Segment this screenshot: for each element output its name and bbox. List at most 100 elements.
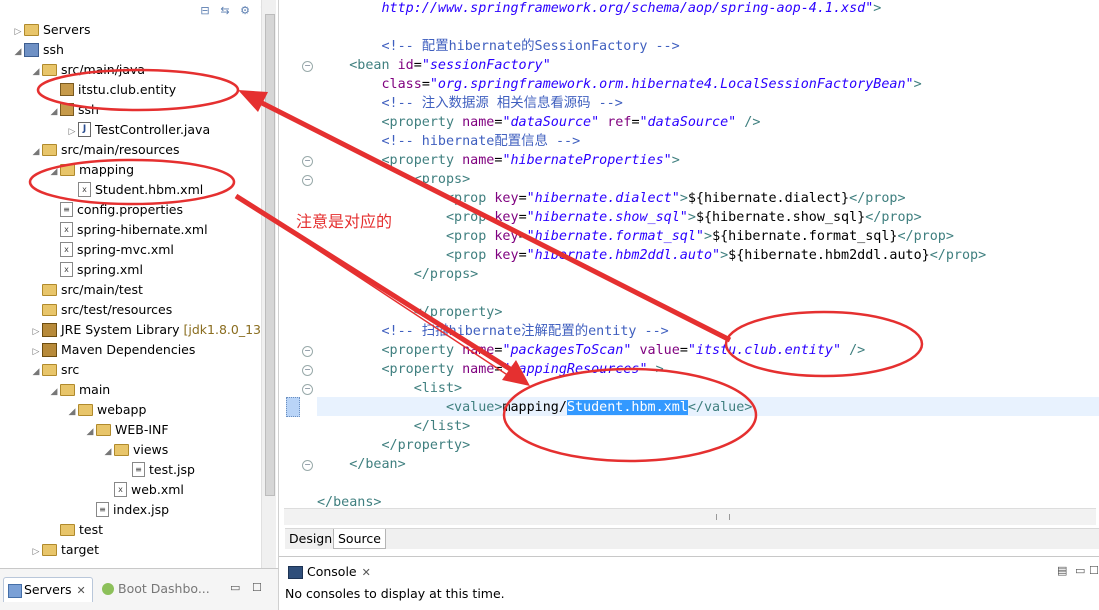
tree-item[interactable]: ▷ JRE System Library [jdk1.8.0_131] (30, 320, 274, 340)
tree-item[interactable]: ◢ WEB-INF (84, 420, 169, 440)
tree-item[interactable]: x Student.hbm.xml (66, 180, 203, 200)
tree-item[interactable]: ≡ test.jsp (120, 460, 195, 480)
code-line[interactable]: <list> (317, 379, 462, 398)
tree-item[interactable]: ◢ webapp (66, 400, 147, 422)
tree-item[interactable]: ◢ src/main/resources (30, 140, 180, 162)
fold-toggle-icon[interactable]: − (302, 365, 313, 376)
fold-toggle-icon[interactable]: − (302, 384, 313, 395)
code-line[interactable]: </bean> (317, 455, 405, 474)
expand-toggle-icon[interactable]: ▷ (30, 322, 42, 342)
tree-item[interactable]: ◢ ssh (48, 100, 99, 120)
code-line[interactable]: <!-- 配置hibernate的SessionFactory --> (317, 37, 679, 56)
tree-item[interactable]: ◢ views (102, 440, 169, 462)
fold-toggle-icon[interactable]: − (302, 61, 313, 72)
expand-toggle-icon[interactable]: ◢ (102, 442, 114, 462)
tree-item[interactable]: test (48, 520, 103, 540)
tree-item[interactable]: ▷ J TestController.java (66, 120, 210, 140)
code-line[interactable]: <prop key="hibernate.dialect">${hibernat… (317, 189, 906, 208)
scrollbar-thumb[interactable] (265, 14, 275, 496)
fold-toggle-icon[interactable]: − (302, 346, 313, 357)
code-token: <prop (317, 248, 495, 263)
code-line[interactable]: <prop key="hibernate.show_sql">${hiberna… (317, 208, 922, 227)
expand-toggle-icon[interactable]: ◢ (12, 42, 24, 62)
minimize-icon[interactable]: ▭ (1075, 564, 1085, 577)
code-token: /> (736, 115, 761, 130)
tree-item[interactable]: src/test/resources (30, 300, 172, 320)
tree-item[interactable]: src/main/test (30, 280, 143, 300)
tree-item[interactable]: itstu.club.entity (48, 80, 176, 100)
open-console-icon[interactable]: ▤ (1057, 564, 1067, 577)
fold-toggle-icon[interactable]: − (302, 156, 313, 167)
code-line[interactable]: <bean id="sessionFactory" (317, 56, 551, 75)
fold-toggle-icon[interactable]: − (302, 460, 313, 471)
tab-servers-label: Servers (24, 582, 72, 597)
scrollbar-grip[interactable] (716, 514, 730, 520)
tree-item[interactable]: ◢ main (48, 380, 111, 402)
collapse-all-icon[interactable]: ⊟ (198, 4, 212, 18)
code-line[interactable]: </list> (317, 417, 470, 436)
tab-source[interactable]: Source (333, 529, 386, 549)
expand-toggle-icon[interactable]: ◢ (48, 382, 60, 402)
tree-item[interactable]: x spring-hibernate.xml (48, 220, 208, 240)
code-line[interactable]: <value>mapping/Student.hbm.xml</value> (317, 398, 752, 417)
expand-toggle-icon[interactable]: ▷ (30, 342, 42, 362)
maximize-icon[interactable]: ☐ (252, 581, 262, 594)
expand-toggle-icon[interactable]: ▷ (12, 22, 24, 42)
tree-item[interactable]: x web.xml (102, 480, 184, 500)
folder-icon (24, 23, 39, 36)
code-line[interactable]: <prop key="hibernate.format_sql">${hiber… (317, 227, 954, 246)
code-line[interactable]: <props> (317, 170, 470, 189)
code-line[interactable]: <!-- 注入数据源 相关信息看源码 --> (317, 94, 622, 113)
view-menu-icon[interactable]: ⚙ (238, 4, 252, 18)
tree-item[interactable]: ▷ target (30, 540, 99, 560)
tree-item[interactable]: ▷ Servers (12, 20, 91, 40)
expand-toggle-icon[interactable]: ◢ (48, 102, 60, 122)
editor-hscrollbar[interactable] (284, 508, 1096, 525)
expand-toggle-icon[interactable]: ◢ (66, 402, 78, 422)
fold-toggle-icon[interactable]: − (302, 175, 313, 186)
xml-editor[interactable]: − − − − − − − http://www.springframework.org/s… (279, 0, 1099, 528)
code-line[interactable]: </property> (317, 303, 503, 322)
tree-item[interactable]: x spring-mvc.xml (48, 240, 174, 260)
tab-console[interactable]: Console ✕ (285, 562, 371, 582)
tree-item[interactable]: x spring.xml (48, 260, 143, 280)
tree-item[interactable]: ≡ config.properties (48, 200, 183, 220)
folder-icon (42, 363, 57, 376)
expand-toggle-icon[interactable]: ◢ (84, 422, 96, 442)
tab-servers[interactable]: Servers ✕ (3, 577, 93, 602)
code-line[interactable]: <property name="dataSource" ref="dataSou… (317, 113, 760, 132)
expand-toggle-icon[interactable]: ▷ (30, 542, 42, 562)
code-line[interactable]: <prop key="hibernate.hbm2ddl.auto">${hib… (317, 246, 986, 265)
code-line[interactable]: <!-- 扫描hibernate注解配置的entity --> (317, 322, 668, 341)
close-icon[interactable]: ✕ (77, 584, 86, 597)
code-line[interactable]: <!-- hibernate配置信息 --> (317, 132, 580, 151)
code-line[interactable]: <property name="mappingResources" > (317, 360, 663, 379)
explorer-scrollbar[interactable] (261, 0, 276, 568)
minimize-icon[interactable]: ▭ (230, 581, 240, 594)
tree-item[interactable]: ▷ Maven Dependencies (30, 340, 196, 362)
tree-item[interactable]: ◢ src (30, 360, 80, 382)
expand-toggle-icon[interactable]: ◢ (30, 62, 42, 82)
expand-toggle-icon[interactable]: ◢ (48, 162, 60, 182)
tree-item[interactable]: ≡ index.jsp (84, 500, 169, 520)
xml-icon: x (114, 482, 127, 497)
code-line[interactable]: class="org.springframework.orm.hibernate… (317, 75, 921, 94)
code-line[interactable]: <property name="packagesToScan" value="i… (317, 341, 865, 360)
tree-item[interactable]: ◢ ssh (12, 40, 64, 60)
close-icon[interactable]: ✕ (362, 566, 371, 579)
code-line[interactable]: </props> (317, 265, 479, 284)
maximize-icon[interactable]: ☐ (1089, 564, 1099, 577)
tab-design[interactable]: Design (285, 529, 336, 548)
tree-item[interactable]: ◢ mapping (48, 160, 135, 182)
code-line[interactable]: http://www.springframework.org/schema/ao… (317, 0, 881, 18)
expand-toggle-icon[interactable]: ◢ (30, 362, 42, 382)
expand-toggle-icon[interactable]: ▷ (66, 122, 78, 142)
code-token: key (494, 229, 519, 244)
code-line[interactable]: </property> (317, 436, 470, 455)
link-with-editor-icon[interactable]: ⇆ (218, 4, 232, 18)
expand-toggle-icon[interactable]: ◢ (30, 142, 42, 162)
tab-boot-dashboard[interactable]: Boot Dashbo... (98, 577, 216, 601)
tree-item[interactable]: ◢ src/main/java (30, 60, 146, 82)
code-line[interactable]: <property name="hibernateProperties"> (317, 151, 679, 170)
tab-console-label: Console (307, 564, 357, 579)
